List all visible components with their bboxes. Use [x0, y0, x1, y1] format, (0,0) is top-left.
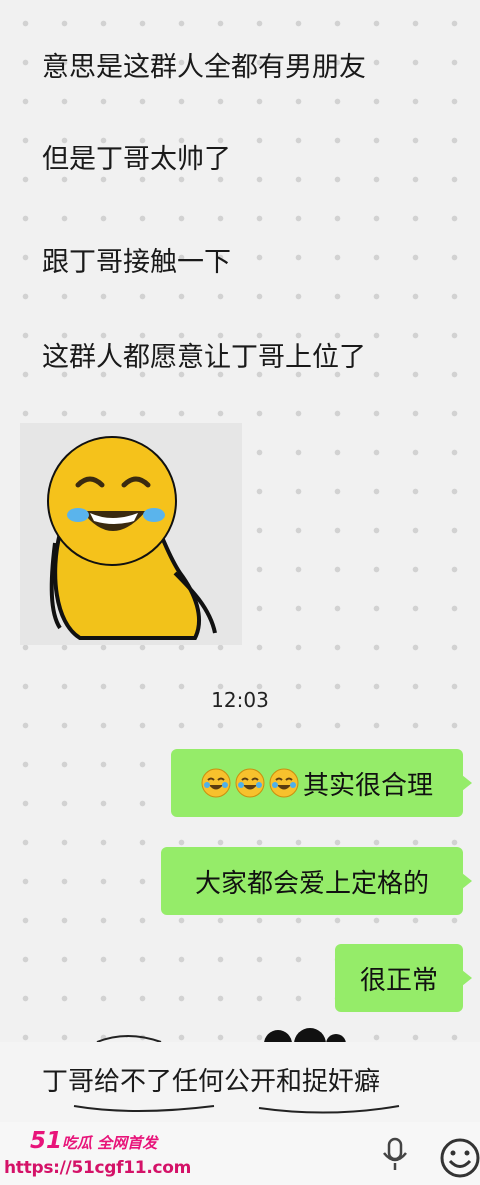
laughing-crying-emoji-icon [201, 768, 235, 799]
watermark-brand: 51吃瓜 全网首发 [30, 1128, 157, 1154]
outgoing-message-bubble[interactable]: 其实很合理 [171, 749, 472, 817]
message-text: 丁哥给不了任何公开和捉奸癖 [42, 1067, 381, 1097]
microphone-icon[interactable] [380, 1136, 410, 1176]
watermark-brand-number: 51 [30, 1128, 63, 1154]
laughing-crying-emoji [47, 436, 217, 640]
laughing-sticker-image[interactable] [20, 423, 242, 645]
watermark-brand-text: 吃瓜 全网首发 [62, 1134, 158, 1152]
smiley-icon[interactable] [440, 1138, 480, 1182]
watermark-url: https://51cgf11.com [4, 1158, 192, 1178]
laughing-crying-emoji-icon [235, 768, 269, 799]
message-text: 但是丁哥太帅了 [42, 144, 231, 175]
outgoing-message-bubble[interactable]: 大家都会爱上定格的 [161, 847, 472, 915]
message-text: 很正常 [359, 965, 438, 996]
message-text: 大家都会爱上定格的 [194, 868, 429, 899]
laughing-crying-emoji-icon [269, 768, 303, 799]
message-timestamp: 12:03 [211, 688, 269, 712]
message-text: 意思是这群人全都有男朋友 [42, 52, 366, 83]
outgoing-message-bubble[interactable]: 很正常 [335, 944, 472, 1012]
message-text: 跟丁哥接触一下 [42, 247, 231, 278]
scribble-decoration [73, 1105, 215, 1112]
scribble-decoration [258, 1105, 400, 1114]
message-text: 其实很合理 [302, 770, 433, 801]
message-text: 这群人都愿意让丁哥上位了 [42, 342, 366, 373]
